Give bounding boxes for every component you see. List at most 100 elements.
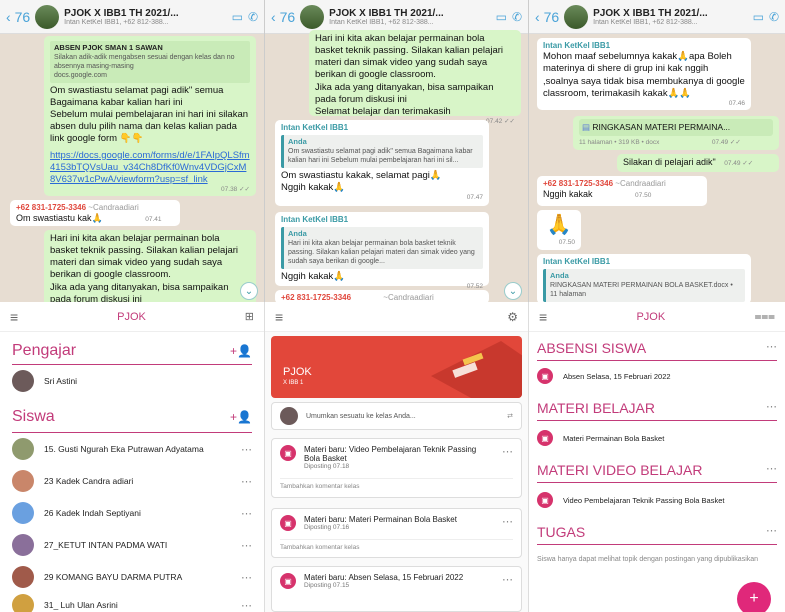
more-icon[interactable]: ⋯ — [241, 539, 252, 552]
group-info[interactable]: PJOK X IBB1 TH 2021/... Intan KetKel IBB… — [593, 8, 747, 26]
add-student-icon[interactable]: +👤 — [230, 410, 252, 424]
quoted-message[interactable]: Anda RINGKASAN MATERI PERMAINAN BOLA BASK… — [543, 269, 745, 302]
topic-item[interactable]: ▣ Materi Permainan Bola Basket — [537, 430, 777, 446]
empty-topic-note: Siswa hanya dapat melihat topik dengan p… — [537, 556, 759, 563]
unread-count: 76 — [543, 8, 560, 25]
group-avatar[interactable] — [300, 4, 325, 29]
document-bubble[interactable]: ▤ RINGKASAN MATERI PERMAINA... 11 halama… — [573, 116, 779, 150]
class-banner[interactable]: PJOK X IBB 1 — [271, 336, 522, 398]
video-call-icon[interactable]: ▭ — [496, 10, 507, 24]
group-avatar[interactable] — [564, 4, 589, 29]
student-item[interactable]: 27_KETUT INTAN PADMA WATI ⋯ — [0, 534, 264, 556]
phone-call-icon[interactable]: ✆ — [769, 10, 779, 24]
more-icon[interactable]: ⋯ — [766, 400, 777, 416]
menu-icon[interactable]: ≡ — [275, 309, 283, 325]
add-fab[interactable]: + — [737, 582, 771, 612]
message-time: 07.38 ✓✓ — [221, 186, 250, 194]
message-bubble[interactable]: +62 831-1725-3346 ~Candraadiari Om swast… — [10, 200, 180, 226]
message-bubble[interactable]: ABSEN PJOK SMAN 1 SAWAN Silakan adik-adi… — [44, 36, 256, 196]
student-item[interactable]: 29 KOMANG BAYU DARMA PUTRA ⋯ — [0, 566, 264, 588]
document-icon: ▤ — [582, 122, 591, 132]
stream-post[interactable]: ▣ Materi baru: Absen Selasa, 15 Februari… — [271, 566, 522, 612]
phone-call-icon[interactable]: ✆ — [248, 10, 258, 24]
more-icon[interactable]: ⋯ — [241, 507, 252, 520]
settings-icon[interactable]: ⚙ — [507, 310, 518, 324]
stream-post[interactable]: ▣ Materi baru: Video Pembelajaran Teknik… — [271, 438, 522, 498]
student-item[interactable]: 31_ Luh Ulan Asrini ⋯ — [0, 594, 264, 612]
avatar — [12, 594, 34, 612]
chat-panel-1: ‹ 76 PJOK X IBB1 TH 2021/... Intan KetKe… — [0, 0, 264, 302]
message-bubble[interactable]: Intan KetKel IBB1 Anda Om swastiastu sela… — [275, 120, 489, 206]
more-icon[interactable]: ⋯ — [241, 443, 252, 456]
app-bar: ≡ ⚙ — [265, 302, 528, 332]
sender-number: +62 831-1725-3346 ~Candraadiari — [16, 203, 139, 212]
topic-materi[interactable]: MATERI BELAJAR ⋯ — [529, 400, 785, 416]
document-attachment[interactable]: ▤ RINGKASAN MATERI PERMAINA... — [579, 119, 773, 136]
more-icon[interactable]: ⋯ — [241, 599, 252, 612]
topic-absensi[interactable]: ABSENSI SISWA ⋯ — [529, 340, 785, 356]
video-call-icon[interactable]: ▭ — [753, 10, 764, 24]
video-call-icon[interactable]: ▭ — [232, 10, 243, 24]
scroll-down-button[interactable]: ⌄ — [240, 282, 258, 300]
avatar — [12, 438, 34, 460]
message-bubble[interactable]: Silakan di pelajari adik" 07.49 ✓✓ — [617, 154, 779, 172]
teacher-name: Sri Astini — [44, 376, 78, 386]
group-info[interactable]: PJOK X IBB1 TH 2021/... Intan KetKel IBB… — [64, 8, 226, 26]
stream-post[interactable]: ▣ Materi baru: Materi Permainan Bola Bas… — [271, 508, 522, 558]
quoted-message[interactable]: Anda Om swastiastu selamat pagi adik" sem… — [281, 135, 483, 169]
link-preview[interactable]: ABSEN PJOK SMAN 1 SAWAN Silakan adik-adi… — [50, 41, 250, 83]
scroll-down-button[interactable]: ⌄ — [504, 282, 522, 300]
more-icon[interactable]: ⋯ — [502, 445, 513, 470]
more-icon[interactable]: ⋯ — [766, 462, 777, 478]
student-item[interactable]: 26 Kadek Indah Septiyani ⋯ — [0, 502, 264, 524]
more-icon[interactable]: ⋯ — [502, 515, 513, 531]
message-bubble[interactable]: Hari ini kita akan belajar permainan bol… — [44, 230, 256, 302]
more-icon[interactable]: ⋯ — [766, 340, 777, 356]
message-text: Nggih kakak🙏 — [281, 271, 346, 283]
topic-tugas[interactable]: TUGAS ⋯ — [529, 524, 785, 540]
add-teacher-icon[interactable]: +👤 — [230, 344, 252, 358]
teacher-item[interactable]: Sri Astini — [0, 370, 264, 392]
class-name: PJOK — [283, 366, 312, 378]
menu-icon[interactable]: ≡ — [10, 309, 18, 325]
message-bubble[interactable]: 🙏 07.50 — [537, 210, 581, 250]
message-text: Om swastiastu kak🙏 — [16, 213, 103, 224]
student-item[interactable]: 15. Gusti Ngurah Eka Putrawan Adyatama ⋯ — [0, 438, 264, 460]
group-avatar[interactable] — [35, 4, 60, 29]
more-icon[interactable]: ⋯ — [502, 573, 513, 589]
message-text: Mohon maaf sebelumnya kakak🙏apa Boleh ma… — [543, 51, 745, 99]
back-button[interactable]: ‹ 76 — [535, 9, 559, 25]
grid-icon[interactable]: ⊞ — [245, 310, 254, 323]
message-bubble[interactable]: Intan KetKel IBB1 Anda Hari ini kita akan… — [275, 212, 489, 290]
topic-item[interactable]: ▣ Video Pembelajaran Teknik Passing Bola … — [537, 492, 777, 508]
form-link[interactable]: https://docs.google.com/forms/d/e/1FAIpQ… — [50, 150, 250, 186]
more-icon[interactable]: ⋯ — [241, 571, 252, 584]
phone-call-icon[interactable]: ✆ — [512, 10, 522, 24]
back-button[interactable]: ‹ 76 — [6, 9, 30, 25]
message-time: 07.46 — [728, 99, 745, 107]
chat-panel-2: ‹ 76 PJOK X IBB1 TH 2021/... Intan KetKe… — [264, 0, 528, 302]
topic-item[interactable]: ▣ Absen Selasa, 15 Februari 2022 — [537, 368, 777, 384]
add-comment[interactable]: Tambahkan komentar kelas — [280, 539, 513, 551]
topic-video[interactable]: MATERI VIDEO BELAJAR ⋯ — [529, 462, 785, 478]
message-bubble[interactable]: Intan KetKel IBB1 Mohon maaf sebelumnya … — [537, 38, 751, 110]
class-section: X IBB 1 — [283, 380, 304, 386]
add-comment[interactable]: Tambahkan komentar kelas — [280, 478, 513, 490]
filter-icon[interactable]: ⩶ — [754, 309, 775, 324]
message-bubble[interactable]: Intan KetKel IBB1 Anda RINGKASAN MATERI P… — [537, 254, 751, 302]
message-bubble[interactable]: Hari ini kita akan belajar permainan bol… — [309, 30, 521, 125]
back-button[interactable]: ‹ 76 — [271, 9, 295, 25]
student-item[interactable]: 23 Kadek Candra adiari ⋯ — [0, 470, 264, 492]
chat-panel-3: ‹ 76 PJOK X IBB1 TH 2021/... Intan KetKe… — [528, 0, 785, 302]
group-info[interactable]: PJOK X IBB1 TH 2021/... Intan KetKel IBB… — [329, 8, 490, 26]
repost-icon[interactable]: ⇄ — [507, 412, 513, 420]
chat-header: ‹ 76 PJOK X IBB1 TH 2021/... Intan KetKe… — [265, 0, 528, 34]
quoted-message[interactable]: Anda Hari ini kita akan belajar permainan… — [281, 227, 483, 270]
message-bubble[interactable]: +62 831-1725-3346 ~Candraadiari — [275, 290, 489, 302]
message-bubble[interactable]: +62 831-1725-3346 ~Candraadiari Nggih ka… — [537, 176, 707, 206]
more-icon[interactable]: ⋯ — [766, 524, 777, 540]
menu-icon[interactable]: ≡ — [539, 309, 547, 325]
avatar — [280, 407, 298, 425]
more-icon[interactable]: ⋯ — [241, 475, 252, 488]
announce-box[interactable]: Umumkan sesuatu ke kelas Anda... ⇄ — [271, 402, 522, 430]
